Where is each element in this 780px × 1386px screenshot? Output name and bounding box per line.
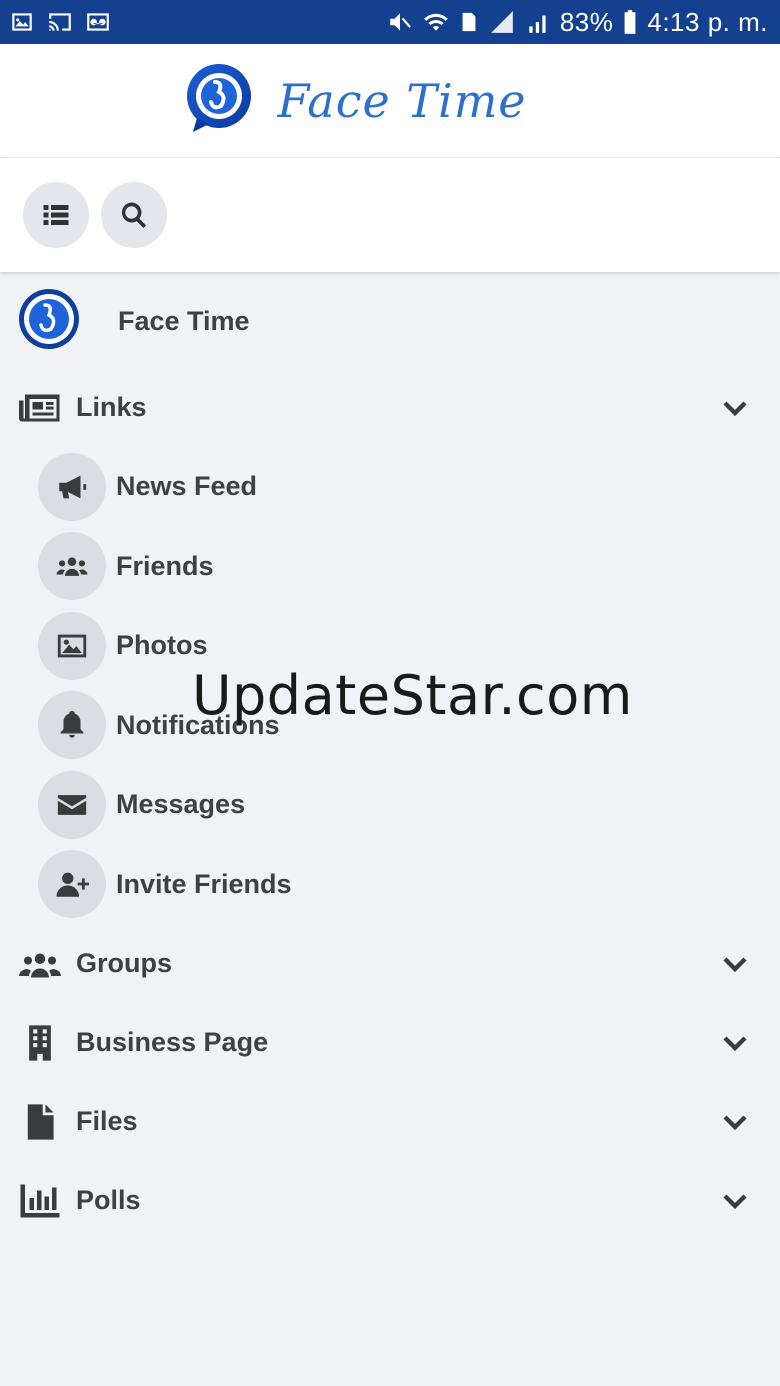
section-polls[interactable]: Polls <box>0 1161 780 1240</box>
menu-item-news-feed[interactable]: News Feed <box>0 447 780 527</box>
search-button[interactable] <box>101 182 167 248</box>
section-label: Files <box>76 1106 138 1136</box>
signal-icon-2 <box>524 9 552 35</box>
building-icon <box>18 1023 62 1063</box>
wifi-icon <box>422 9 450 35</box>
chevron-down-icon[interactable] <box>720 393 750 423</box>
megaphone-icon <box>38 452 106 521</box>
section-label: Business Page <box>76 1027 269 1057</box>
battery-icon <box>621 9 639 35</box>
toolbar <box>0 158 780 272</box>
app-header: Face Time <box>0 44 780 158</box>
section-business-page[interactable]: Business Page <box>0 1003 780 1082</box>
signal-icon <box>488 9 516 35</box>
chevron-down-icon[interactable] <box>720 1186 750 1216</box>
chevron-down-icon[interactable] <box>720 1028 750 1058</box>
image-icon <box>38 611 106 680</box>
menu-item-notifications[interactable]: Notifications <box>0 686 780 766</box>
group-icon <box>18 944 62 984</box>
app-logo[interactable]: Face Time <box>183 62 526 139</box>
menu-list-icon <box>43 205 69 225</box>
envelope-icon <box>38 770 106 839</box>
profile-name: Face Time <box>118 305 250 336</box>
gallery-icon <box>8 9 36 35</box>
clock: 4:13 p. m. <box>647 6 768 37</box>
menu-item-label: Invite Friends <box>116 868 292 899</box>
battery-percent: 83% <box>559 6 614 37</box>
section-label: Polls <box>76 1185 141 1215</box>
section-label: Groups <box>76 948 173 978</box>
menu-item-label: Messages <box>116 789 246 820</box>
menu-item-label: News Feed <box>116 471 258 502</box>
menu-item-invite-friends[interactable]: Invite Friends <box>0 845 780 925</box>
app-title: Face Time <box>277 73 527 128</box>
cast-icon <box>46 9 74 35</box>
section-label: Links <box>76 392 147 422</box>
status-bar: 83% 4:13 p. m. <box>0 0 780 44</box>
poll-chart-icon <box>18 1181 62 1221</box>
search-icon <box>121 202 147 228</box>
users-icon <box>38 532 106 601</box>
menu-item-label: Photos <box>116 630 208 661</box>
newspaper-icon <box>18 388 62 428</box>
menu-item-label: Notifications <box>116 709 280 740</box>
side-menu: Face Time Links News Feed Friends Photos… <box>0 274 780 1240</box>
menu-item-messages[interactable]: Messages <box>0 765 780 845</box>
voicemail-icon <box>84 9 112 35</box>
bell-icon <box>38 691 106 760</box>
chevron-down-icon[interactable] <box>720 1107 750 1137</box>
menu-button[interactable] <box>23 182 89 248</box>
section-links[interactable]: Links <box>0 368 780 447</box>
menu-item-photos[interactable]: Photos <box>0 606 780 686</box>
menu-item-friends[interactable]: Friends <box>0 527 780 607</box>
menu-item-label: Friends <box>116 550 214 581</box>
section-groups[interactable]: Groups <box>0 924 780 1003</box>
user-plus-icon <box>38 850 106 919</box>
sim-icon <box>458 9 480 35</box>
mute-icon <box>386 9 414 35</box>
chevron-down-icon[interactable] <box>720 949 750 979</box>
avatar <box>18 288 80 355</box>
logo-icon <box>183 62 255 139</box>
profile-row[interactable]: Face Time <box>0 274 780 368</box>
section-files[interactable]: Files <box>0 1082 780 1161</box>
file-icon <box>18 1102 62 1142</box>
